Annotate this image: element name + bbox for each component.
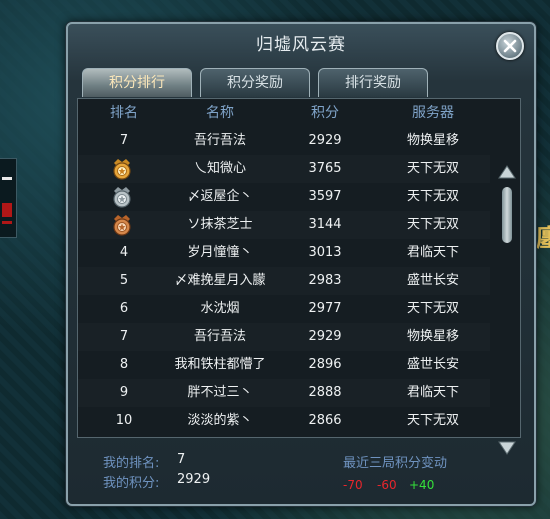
server-cell: 天下无双 bbox=[406, 301, 459, 316]
server-cell: 天下无双 bbox=[406, 217, 459, 232]
name-cell: 胖不过三丶 bbox=[187, 385, 253, 400]
table-row[interactable]: 10 淡淡的紫丶 2866 天下无双 bbox=[78, 407, 490, 435]
rank-cell: 8 bbox=[119, 357, 129, 372]
name-cell: 水沈烟 bbox=[200, 301, 240, 316]
table-row[interactable]: 9 胖不过三丶 2888 君临天下 bbox=[78, 379, 490, 407]
my-score-label: 我的积分: bbox=[103, 476, 160, 491]
my-rank-value: 7 bbox=[177, 452, 186, 467]
table-row[interactable]: 5 〆难挽星月入朦 2983 盛世长安 bbox=[78, 267, 490, 295]
silver-medal-icon bbox=[113, 187, 131, 208]
ranking-list: 排名 名称 积分 服务器 7 吾行吾法 2929 物换星移 乀知微心 3765 … bbox=[77, 98, 521, 455]
name-cell: 〆返屋企丶 bbox=[187, 189, 253, 204]
score-cell: 3765 bbox=[308, 161, 342, 176]
table-row[interactable]: 7 吾行吾法 2929 物换星移 bbox=[78, 323, 490, 351]
name-cell: 我和铁柱都懵了 bbox=[174, 357, 266, 372]
name-cell: ソ抹茶芝士 bbox=[187, 217, 253, 232]
background-glyph: 廛 bbox=[536, 224, 550, 252]
gold-medal-icon bbox=[113, 159, 131, 180]
scroll-thumb[interactable] bbox=[502, 187, 512, 243]
server-cell: 天下无双 bbox=[406, 161, 459, 176]
table-header: 排名 名称 积分 服务器 bbox=[78, 99, 490, 127]
score-cell: 3144 bbox=[308, 217, 342, 232]
name-cell: 淡淡的紫丶 bbox=[187, 413, 253, 428]
score-cell: 2983 bbox=[308, 273, 342, 288]
close-icon bbox=[503, 39, 517, 53]
table-row[interactable]: 8 我和铁柱都懵了 2896 盛世长安 bbox=[78, 351, 490, 379]
score-cell: 2977 bbox=[308, 301, 342, 316]
name-cell: 〆难挽星月入朦 bbox=[174, 273, 266, 288]
server-cell: 盛世长安 bbox=[406, 357, 459, 372]
rank-cell: 5 bbox=[119, 273, 129, 288]
server-cell: 物换星移 bbox=[406, 133, 459, 148]
tab-score-ranking[interactable]: 积分排行 bbox=[82, 68, 192, 97]
tab-ranking-rewards[interactable]: 排行奖励 bbox=[318, 68, 428, 97]
server-cell: 天下无双 bbox=[406, 413, 459, 428]
score-cell: 3597 bbox=[308, 189, 342, 204]
score-cell: 2929 bbox=[308, 133, 342, 148]
window-title: 归墟风云赛 bbox=[256, 35, 346, 55]
score-cell: 2896 bbox=[308, 357, 342, 372]
rank-cell: 9 bbox=[119, 385, 129, 400]
list-scrollbar[interactable] bbox=[496, 157, 518, 455]
hp-bar-fragment bbox=[2, 177, 12, 180]
name-cell: 吾行吾法 bbox=[193, 133, 246, 148]
name-cell: 岁月憧憧丶 bbox=[187, 245, 253, 260]
ranking-window: 归墟风云赛 积分排行 积分奖励 排行奖励 排名 名称 积分 服务器 7 吾行吾法… bbox=[66, 22, 536, 506]
rank-cell: 7 bbox=[119, 133, 129, 148]
recent-changes-label: 最近三局积分变动 bbox=[343, 456, 448, 471]
background-side-panel bbox=[0, 158, 17, 238]
close-button[interactable] bbox=[496, 32, 524, 60]
server-cell: 天下无双 bbox=[406, 189, 459, 204]
header-server: 服务器 bbox=[412, 105, 454, 121]
rank-cell: 7 bbox=[119, 329, 129, 344]
status-bar-fragment bbox=[2, 203, 12, 217]
server-cell: 物换星移 bbox=[406, 329, 459, 344]
header-rank: 排名 bbox=[110, 105, 138, 121]
score-cell: 2866 bbox=[308, 413, 342, 428]
header-name: 名称 bbox=[206, 105, 234, 121]
score-delta-1: -70 bbox=[343, 478, 363, 492]
rank-cell: 10 bbox=[115, 413, 133, 428]
name-cell: 乀知微心 bbox=[193, 161, 246, 176]
my-rank-label: 我的排名: bbox=[103, 456, 160, 471]
tab-score-rewards[interactable]: 积分奖励 bbox=[200, 68, 310, 97]
score-delta-3: +40 bbox=[409, 478, 435, 492]
table-row[interactable]: 4 岁月憧憧丶 3013 君临天下 bbox=[78, 239, 490, 267]
table-row[interactable]: 乀知微心 3765 天下无双 bbox=[78, 155, 490, 183]
score-cell: 3013 bbox=[308, 245, 342, 260]
player-summary: 我的排名: 7 我的积分: 2929 最近三局积分变动 -70 -60 +40 bbox=[77, 442, 521, 498]
table-row[interactable]: 6 水沈烟 2977 天下无双 bbox=[78, 295, 490, 323]
server-cell: 君临天下 bbox=[406, 385, 459, 400]
table-row[interactable]: ソ抹茶芝士 3144 天下无双 bbox=[78, 211, 490, 239]
score-delta-2: -60 bbox=[377, 478, 397, 492]
name-cell: 吾行吾法 bbox=[193, 329, 246, 344]
my-score-value: 2929 bbox=[177, 472, 211, 487]
chevron-up-icon[interactable] bbox=[498, 165, 516, 181]
header-score: 积分 bbox=[311, 105, 339, 121]
table-row[interactable]: 〆返屋企丶 3597 天下无双 bbox=[78, 183, 490, 211]
server-cell: 君临天下 bbox=[406, 245, 459, 260]
bronze-medal-icon bbox=[113, 215, 131, 236]
status-bar-fragment-2 bbox=[2, 221, 12, 224]
rank-cell: 6 bbox=[119, 301, 129, 316]
table-row-own[interactable]: 7 吾行吾法 2929 物换星移 bbox=[78, 127, 490, 155]
server-cell: 盛世长安 bbox=[406, 273, 459, 288]
score-cell: 2929 bbox=[308, 329, 342, 344]
rank-cell: 4 bbox=[119, 245, 129, 260]
score-cell: 2888 bbox=[308, 385, 342, 400]
